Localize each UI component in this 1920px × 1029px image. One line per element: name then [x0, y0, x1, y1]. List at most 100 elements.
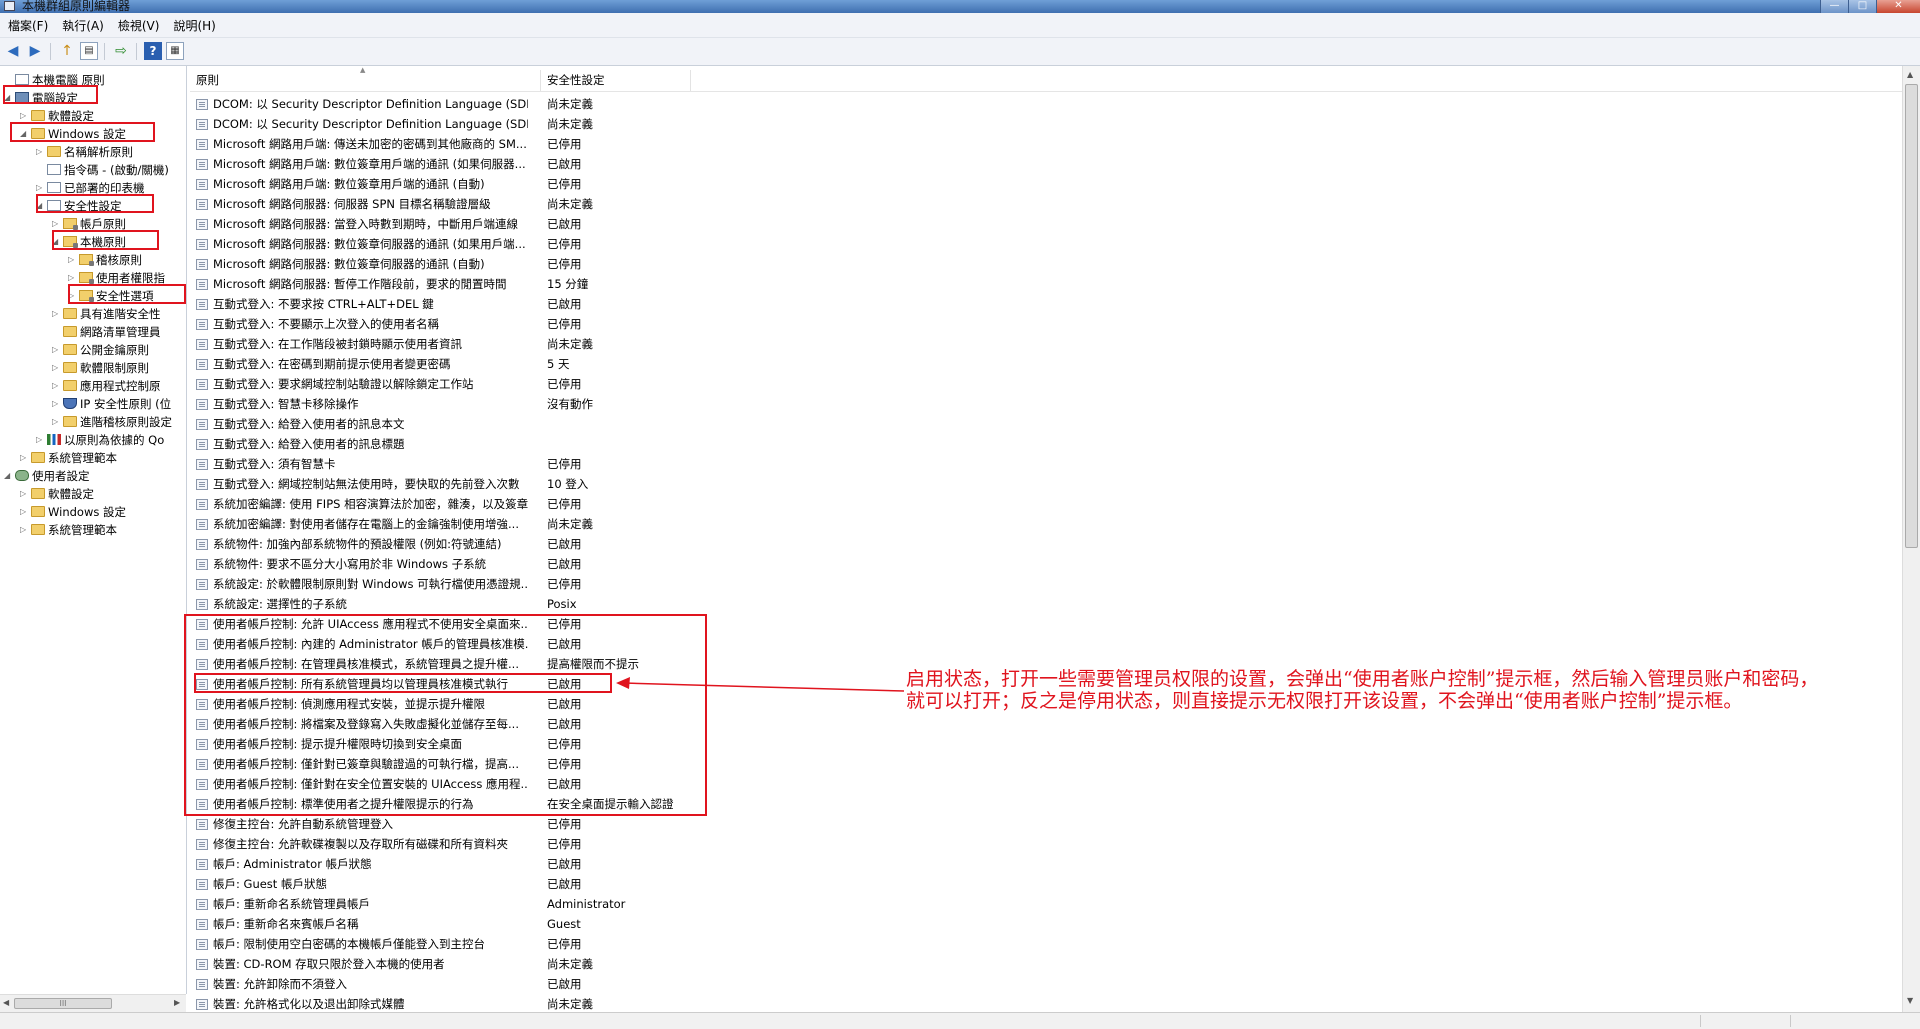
tree-node[interactable]: ▷ 應用程式控制原	[52, 377, 161, 395]
table-row[interactable]: Microsoft 網路伺服器: 數位簽章伺服器的通訊 (如果用戶端... 已停用	[190, 234, 890, 254]
table-row[interactable]: 帳戶: Guest 帳戶狀態 已啟用	[190, 874, 890, 894]
collapse-arrow-icon[interactable]: ◢	[4, 467, 13, 485]
column-header-policy[interactable]: 原則	[190, 70, 541, 91]
tree-node[interactable]: ▷ 名稱解析原則	[36, 143, 133, 161]
table-row[interactable]: 互動式登入: 網域控制站無法使用時，要快取的先前登入次數 10 登入	[190, 474, 890, 494]
expand-arrow-icon[interactable]: ▷	[52, 305, 61, 323]
table-row[interactable]: 系統設定: 選擇性的子系統 Posix	[190, 594, 890, 614]
table-row[interactable]: 系統加密編譯: 對使用者儲存在電腦上的金鑰強制使用增強... 尚未定義	[190, 514, 890, 534]
collapse-arrow-icon[interactable]: ◢	[4, 89, 13, 107]
expand-arrow-icon[interactable]: ▷	[52, 413, 61, 431]
tree-node[interactable]: ▷ 具有進階安全性	[52, 305, 161, 323]
show-hide-tree-icon[interactable]: ▤	[80, 42, 98, 60]
table-row[interactable]: 互動式登入: 給登入使用者的訊息標題	[190, 434, 890, 454]
expand-arrow-icon[interactable]: ▷	[52, 341, 61, 359]
expand-arrow-icon[interactable]: ▷	[68, 251, 77, 269]
menu-file[interactable]: 檔案(F)	[0, 17, 54, 34]
table-row[interactable]: 使用者帳戶控制: 允許 UIAccess 應用程式不使用安全桌面來... 已停用	[190, 614, 890, 634]
table-row[interactable]: 互動式登入: 在工作階段被封鎖時顯示使用者資訊 尚未定義	[190, 334, 890, 354]
table-row[interactable]: 使用者帳戶控制: 在管理員核准模式，系統管理員之提升權... 提高權限而不提示	[190, 654, 890, 674]
table-row[interactable]: Microsoft 網路伺服器: 暫停工作階段前，要求的閒置時間 15 分鐘	[190, 274, 890, 294]
expand-arrow-icon[interactable]: ▷	[20, 449, 29, 467]
expand-arrow-icon[interactable]: ▷	[36, 179, 45, 197]
tree-node[interactable]: ▷ 進階稽核原則設定	[52, 413, 172, 431]
expand-arrow-icon[interactable]: ▷	[20, 107, 29, 125]
forward-arrow-icon[interactable]: ▶	[26, 42, 44, 60]
maximize-button[interactable]: □	[1848, 0, 1876, 13]
tree-node[interactable]: ◢ 本機原則	[52, 233, 126, 251]
tree-node[interactable]: ▷ 公開金鑰原則	[52, 341, 149, 359]
tree-node[interactable]: ▷ 軟體設定	[20, 485, 94, 503]
table-row[interactable]: 互動式登入: 不要求按 CTRL+ALT+DEL 鍵 已啟用	[190, 294, 890, 314]
table-row[interactable]: 使用者帳戶控制: 僅針對在安全位置安裝的 UIAccess 應用程... 已啟用	[190, 774, 890, 794]
collapse-arrow-icon[interactable]: ◢	[52, 233, 61, 251]
scroll-right-icon[interactable]: ▶	[174, 998, 180, 1007]
menu-view[interactable]: 檢視(V)	[110, 17, 166, 34]
tree-node[interactable]: 網路清單管理員	[52, 323, 161, 341]
tree-node[interactable]: ▷ IP 安全性原則 (位	[52, 395, 171, 413]
table-row[interactable]: 互動式登入: 給登入使用者的訊息本文	[190, 414, 890, 434]
tree-horizontal-scrollbar[interactable]: ◀ III ▶	[0, 994, 186, 1012]
export-list-icon[interactable]: ⇨	[112, 42, 130, 60]
table-row[interactable]: 使用者帳戶控制: 內建的 Administrator 帳戶的管理員核准模... 已…	[190, 634, 890, 654]
expand-arrow-icon[interactable]: ▷	[68, 269, 77, 287]
expand-arrow-icon[interactable]: ▷	[20, 503, 29, 521]
table-row[interactable]: 帳戶: Administrator 帳戶狀態 已啟用	[190, 854, 890, 874]
table-row[interactable]: 使用者帳戶控制: 僅針對已簽章與驗證過的可執行檔，提高... 已停用	[190, 754, 890, 774]
menu-action[interactable]: 執行(A)	[54, 17, 110, 34]
collapse-arrow-icon[interactable]: ◢	[20, 125, 29, 143]
table-row[interactable]: Microsoft 網路用戶端: 數位簽章用戶端的通訊 (如果伺服器... 已啟用	[190, 154, 890, 174]
tree-node[interactable]: ▷ 已部署的印表機	[36, 179, 145, 197]
tree-node[interactable]: ▷ 帳戶原則	[52, 215, 126, 233]
table-row[interactable]: 互動式登入: 須有智慧卡 已停用	[190, 454, 890, 474]
tree-node[interactable]: ▷ 稽核原則	[68, 251, 142, 269]
table-row[interactable]: 使用者帳戶控制: 偵測應用程式安裝，並提示提升權限 已啟用	[190, 694, 890, 714]
table-row[interactable]: 互動式登入: 不要顯示上次登入的使用者名稱 已停用	[190, 314, 890, 334]
help-icon[interactable]: ?	[144, 42, 162, 60]
column-header-security-setting[interactable]: 安全性設定	[541, 70, 691, 91]
table-row[interactable]: 裝置: 允許格式化以及退出卸除式媒體 尚未定義	[190, 994, 890, 1012]
tree-node[interactable]: ▷ 系統管理範本	[20, 449, 117, 467]
expand-arrow-icon[interactable]: ▷	[36, 143, 45, 161]
table-row[interactable]: 互動式登入: 在密碼到期前提示使用者變更密碼 5 天	[190, 354, 890, 374]
table-row[interactable]: 使用者帳戶控制: 提示提升權限時切換到安全桌面 已停用	[190, 734, 890, 754]
table-row[interactable]: 使用者帳戶控制: 所有系統管理員均以管理員核准模式執行 已啟用	[190, 674, 890, 694]
table-row[interactable]: 帳戶: 重新命名來賓帳戶名稱 Guest	[190, 914, 890, 934]
tree-node[interactable]: ▷ 以原則為依據的 Qo	[36, 431, 164, 449]
up-folder-icon[interactable]: ↑	[58, 42, 76, 60]
table-row[interactable]: 裝置: CD-ROM 存取只限於登入本機的使用者 尚未定義	[190, 954, 890, 974]
expand-arrow-icon[interactable]: ▷	[20, 521, 29, 539]
table-row[interactable]: 帳戶: 限制使用空白密碼的本機帳戶僅能登入到主控台 已停用	[190, 934, 890, 954]
menu-help[interactable]: 說明(H)	[165, 17, 221, 34]
table-row[interactable]: Microsoft 網路用戶端: 傳送未加密的密碼到其他廠商的 SM... 已停用	[190, 134, 890, 154]
tree-scroll-thumb[interactable]: III	[14, 998, 112, 1009]
expand-arrow-icon[interactable]: ▷	[52, 377, 61, 395]
expand-arrow-icon[interactable]: ▷	[20, 485, 29, 503]
table-row[interactable]: 系統設定: 於軟體限制原則對 Windows 可執行檔使用憑證規... 已停用	[190, 574, 890, 594]
table-row[interactable]: 系統加密編譯: 使用 FIPS 相容演算法於加密，雜湊，以及簽章 已停用	[190, 494, 890, 514]
table-row[interactable]: 裝置: 允許卸除而不須登入 已啟用	[190, 974, 890, 994]
tree-node[interactable]: 本機電腦 原則	[4, 71, 105, 89]
table-row[interactable]: 互動式登入: 要求網域控制站驗證以解除鎖定工作站 已停用	[190, 374, 890, 394]
table-row[interactable]: 互動式登入: 智慧卡移除操作 沒有動作	[190, 394, 890, 414]
expand-arrow-icon[interactable]: ▷	[36, 431, 45, 449]
expand-arrow-icon[interactable]: ▷	[68, 287, 77, 305]
properties-icon[interactable]: ▦	[166, 42, 184, 60]
table-row[interactable]: 帳戶: 重新命名系統管理員帳戶 Administrator	[190, 894, 890, 914]
table-row[interactable]: Microsoft 網路伺服器: 伺服器 SPN 目標名稱驗證層級 尚未定義	[190, 194, 890, 214]
table-row[interactable]: Microsoft 網路伺服器: 數位簽章伺服器的通訊 (自動) 已停用	[190, 254, 890, 274]
tree-node[interactable]: ▷ 軟體限制原則	[52, 359, 149, 377]
scroll-down-icon[interactable]: ▼	[1907, 996, 1913, 1005]
collapse-arrow-icon[interactable]: ◢	[36, 197, 45, 215]
table-row[interactable]: 使用者帳戶控制: 將檔案及登錄寫入失敗虛擬化並儲存至每... 已啟用	[190, 714, 890, 734]
tree-node[interactable]: ▷ Windows 設定	[20, 503, 126, 521]
table-row[interactable]: DCOM: 以 Security Descriptor Definition L…	[190, 114, 890, 134]
minimize-button[interactable]: —	[1820, 0, 1848, 13]
tree-node[interactable]: ▷ 安全性選項	[68, 287, 154, 305]
scroll-left-icon[interactable]: ◀	[3, 998, 9, 1007]
tree-node[interactable]: ◢ 安全性設定	[36, 197, 122, 215]
close-button[interactable]: ✕	[1876, 0, 1920, 13]
back-arrow-icon[interactable]: ◀	[4, 42, 22, 60]
tree-node[interactable]: ▷ 軟體設定	[20, 107, 94, 125]
expand-arrow-icon[interactable]: ▷	[52, 215, 61, 233]
